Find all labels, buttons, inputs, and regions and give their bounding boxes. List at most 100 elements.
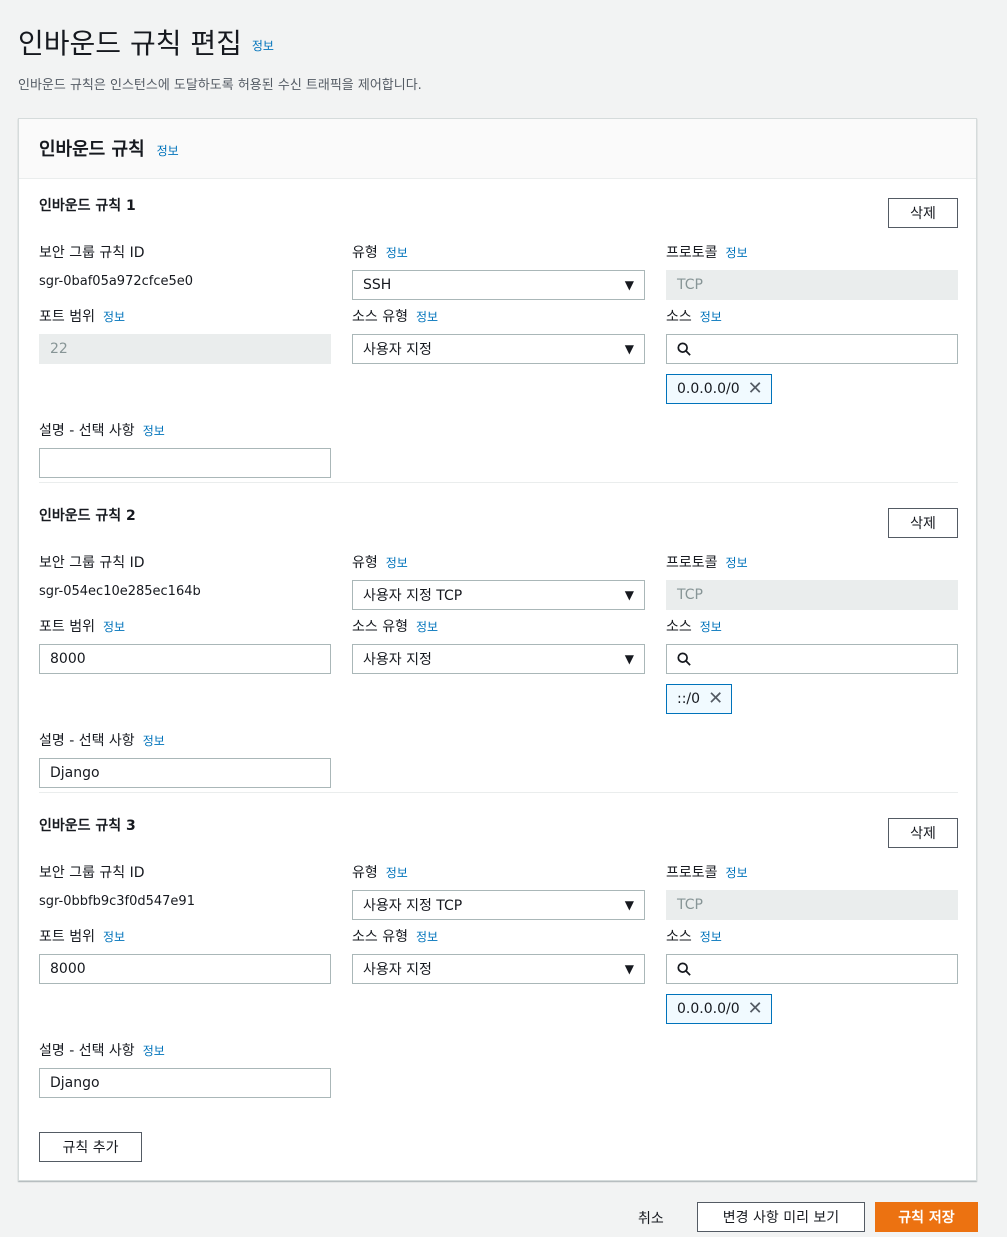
type-info-link[interactable]: 정보 (386, 246, 408, 260)
type-info-link[interactable]: 정보 (386, 556, 408, 570)
source-type-select[interactable]: 사용자 지정 ▼ (352, 954, 645, 984)
protocol-field: TCP (666, 270, 958, 300)
source-info-link[interactable]: 정보 (700, 310, 722, 324)
type-value: 사용자 지정 TCP (363, 898, 463, 914)
type-info-link[interactable]: 정보 (386, 866, 408, 880)
page-info-link[interactable]: 정보 (252, 39, 274, 53)
protocol-label: 프로토콜 정보 (666, 242, 748, 262)
type-label: 유형 정보 (352, 552, 408, 572)
description-value: Django (50, 1075, 100, 1091)
sg-rule-id-value: sgr-0bbfb9c3f0d547e91 (39, 894, 195, 909)
source-type-info-link[interactable]: 정보 (416, 930, 438, 944)
source-type-label-text: 소스 유형 (352, 929, 408, 945)
source-token-label: 0.0.0.0/0 (677, 381, 740, 397)
page-description: 인바운드 규칙은 인스턴스에 도달하도록 허용된 수신 트래픽을 제어합니다. (18, 78, 422, 93)
port-range-info-link[interactable]: 정보 (103, 930, 125, 944)
port-range-label-text: 포트 범위 (39, 619, 95, 635)
source-label: 소스 정보 (666, 926, 722, 946)
delete-rule-button[interactable]: 삭제 (888, 198, 958, 228)
port-range-info-link[interactable]: 정보 (103, 310, 125, 324)
source-search-input[interactable] (666, 954, 958, 984)
page-title-text: 인바운드 규칙 편집 (18, 27, 242, 60)
source-type-label-text: 소스 유형 (352, 309, 408, 325)
caret-down-icon: ▼ (624, 962, 634, 976)
protocol-label-text: 프로토콜 (666, 865, 718, 881)
source-type-label-text: 소스 유형 (352, 619, 408, 635)
port-range-label-text: 포트 범위 (39, 929, 95, 945)
sg-rule-id-value: sgr-0baf05a972cfce5e0 (39, 274, 194, 289)
protocol-label: 프로토콜 정보 (666, 552, 748, 572)
add-rule-button[interactable]: 규칙 추가 (39, 1132, 142, 1162)
sg-rule-id-label: 보안 그룹 규칙 ID (39, 865, 145, 881)
type-select[interactable]: 사용자 지정 TCP ▼ (352, 890, 645, 920)
port-range-value: 22 (50, 341, 68, 357)
close-icon[interactable]: ✕ (748, 1000, 763, 1018)
source-label-text: 소스 (666, 619, 692, 635)
caret-down-icon: ▼ (624, 898, 634, 912)
description-info-link[interactable]: 정보 (143, 1044, 165, 1058)
source-type-value: 사용자 지정 (363, 962, 432, 978)
cancel-button[interactable]: 취소 (638, 1208, 664, 1228)
source-type-select[interactable]: 사용자 지정 ▼ (352, 644, 645, 674)
source-label-text: 소스 (666, 309, 692, 325)
type-value: SSH (363, 277, 392, 293)
type-select[interactable]: 사용자 지정 TCP ▼ (352, 580, 645, 610)
type-label-text: 유형 (352, 245, 378, 261)
source-type-label: 소스 유형 정보 (352, 306, 438, 326)
protocol-field: TCP (666, 580, 958, 610)
type-label-text: 유형 (352, 865, 378, 881)
sg-rule-id-label: 보안 그룹 규칙 ID (39, 245, 145, 261)
search-icon (677, 962, 691, 976)
source-search-input[interactable] (666, 334, 958, 364)
source-type-label: 소스 유형 정보 (352, 926, 438, 946)
protocol-value: TCP (677, 277, 703, 293)
rule-title: 인바운드 규칙 3 (39, 818, 136, 834)
source-search-input[interactable] (666, 644, 958, 674)
type-label-text: 유형 (352, 555, 378, 571)
caret-down-icon: ▼ (624, 652, 634, 666)
type-value: 사용자 지정 TCP (363, 588, 463, 604)
source-token: ::/0 ✕ (666, 684, 733, 714)
source-type-value: 사용자 지정 (363, 652, 432, 668)
source-type-select[interactable]: 사용자 지정 ▼ (352, 334, 645, 364)
source-token-label: 0.0.0.0/0 (677, 1001, 740, 1017)
close-icon[interactable]: ✕ (748, 380, 763, 398)
source-type-value: 사용자 지정 (363, 342, 432, 358)
source-type-info-link[interactable]: 정보 (416, 310, 438, 324)
description-label: 설명 - 선택 사항 정보 (39, 1040, 165, 1060)
port-range-info-link[interactable]: 정보 (103, 620, 125, 634)
source-token: 0.0.0.0/0 ✕ (666, 994, 772, 1024)
protocol-field: TCP (666, 890, 958, 920)
inbound-rules-panel: 인바운드 규칙 정보 인바운드 규칙 1 삭제 보안 그룹 규칙 ID sgr-0… (18, 118, 977, 1181)
type-label: 유형 정보 (352, 862, 408, 882)
caret-down-icon: ▼ (624, 588, 634, 602)
port-range-input[interactable]: 8000 (39, 954, 331, 984)
rule-block: 인바운드 규칙 3 삭제 보안 그룹 규칙 ID sgr-0bbfb9c3f0d… (19, 739, 976, 1098)
port-range-value: 8000 (50, 651, 86, 667)
caret-down-icon: ▼ (624, 342, 634, 356)
description-input[interactable]: Django (39, 1068, 331, 1098)
description-label-text: 설명 - 선택 사항 (39, 1043, 135, 1059)
close-icon[interactable]: ✕ (708, 690, 723, 708)
protocol-value: TCP (677, 897, 703, 913)
caret-down-icon: ▼ (624, 278, 634, 292)
delete-rule-button[interactable]: 삭제 (888, 508, 958, 538)
source-info-link[interactable]: 정보 (700, 620, 722, 634)
port-range-input: 22 (39, 334, 331, 364)
delete-rule-button[interactable]: 삭제 (888, 818, 958, 848)
type-select[interactable]: SSH ▼ (352, 270, 645, 300)
page-title: 인바운드 규칙 편집 정보 (18, 22, 274, 62)
rule-block: 인바운드 규칙 2 삭제 보안 그룹 규칙 ID sgr-054ec10e285… (19, 429, 976, 788)
protocol-info-link[interactable]: 정보 (726, 246, 748, 260)
protocol-info-link[interactable]: 정보 (726, 556, 748, 570)
port-range-input[interactable]: 8000 (39, 644, 331, 674)
preview-changes-button[interactable]: 변경 사항 미리 보기 (697, 1202, 865, 1232)
source-label-text: 소스 (666, 929, 692, 945)
sg-rule-id-label: 보안 그룹 규칙 ID (39, 555, 145, 571)
protocol-label-text: 프로토콜 (666, 555, 718, 571)
source-type-info-link[interactable]: 정보 (416, 620, 438, 634)
save-rules-button[interactable]: 규칙 저장 (875, 1202, 978, 1232)
source-info-link[interactable]: 정보 (700, 930, 722, 944)
protocol-info-link[interactable]: 정보 (726, 866, 748, 880)
source-token-label: ::/0 (677, 691, 701, 707)
